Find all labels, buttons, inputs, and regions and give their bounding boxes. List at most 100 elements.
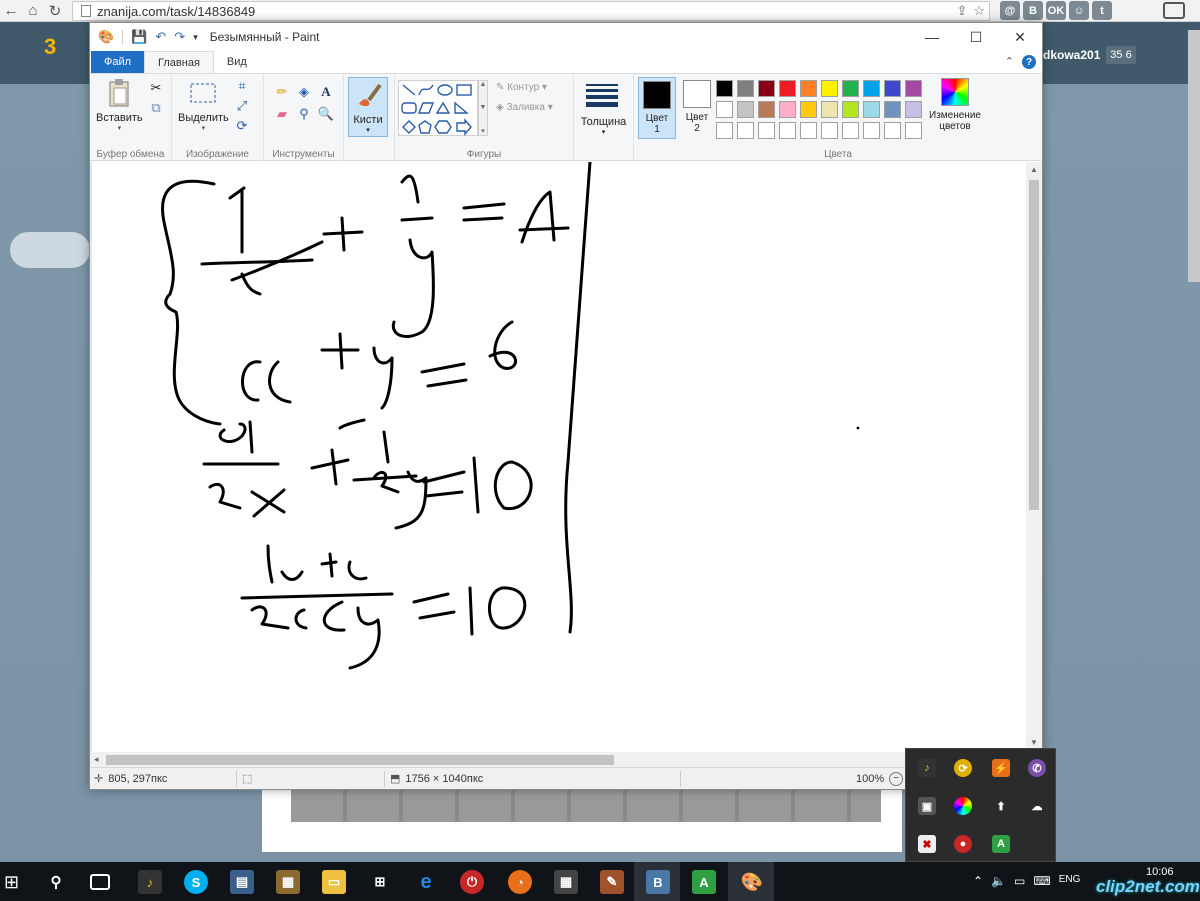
vertical-scrollbar[interactable]: ▲ ▼ [1026, 162, 1042, 752]
palette-swatch[interactable] [758, 122, 775, 139]
show-hidden-icons-chevron[interactable]: ⌃ [973, 874, 983, 888]
palette-swatch[interactable] [863, 122, 880, 139]
color2-button[interactable]: Цвет 2 [678, 77, 716, 139]
palette-swatch[interactable] [842, 101, 859, 118]
palette-swatch[interactable] [716, 80, 733, 97]
viber-tray-icon[interactable]: ✆ [1028, 759, 1046, 777]
select-button[interactable]: Выделить ▾ [178, 78, 229, 132]
palette-swatch[interactable] [716, 101, 733, 118]
reload-icon[interactable]: ↻ [44, 0, 66, 22]
help-icon[interactable]: ? [1022, 55, 1036, 69]
palette-swatch[interactable] [779, 80, 796, 97]
upload-tray-icon[interactable]: ⬆ [992, 797, 1010, 815]
notes-app-icon[interactable]: ✎ [600, 870, 624, 894]
redo-icon[interactable]: ↷ [174, 29, 185, 45]
drawing-canvas[interactable] [92, 162, 1027, 752]
home-icon[interactable]: ⌂ [22, 0, 44, 22]
horizontal-scroll-thumb[interactable] [106, 755, 614, 765]
palette-swatch[interactable] [800, 122, 817, 139]
paint-taskbar-icon[interactable]: 🎨 [740, 870, 764, 894]
a-app-icon[interactable]: A [692, 870, 716, 894]
music-tray-icon[interactable]: ♪ [918, 759, 936, 777]
palette-swatch[interactable] [884, 101, 901, 118]
a-tray-icon[interactable]: A [992, 835, 1010, 853]
computer-icon[interactable]: ▤ [230, 870, 254, 894]
paint-app-icon[interactable]: 🎨 [98, 29, 114, 45]
magnifier-icon[interactable]: 🔍 [318, 106, 334, 122]
palette-swatch[interactable] [863, 80, 880, 97]
palette-swatch[interactable] [842, 122, 859, 139]
brushes-button[interactable]: Кисти ▾ [348, 77, 388, 137]
palette-swatch[interactable] [779, 122, 796, 139]
skype-icon[interactable]: S [184, 870, 208, 894]
color1-button[interactable]: Цвет 1 [638, 77, 676, 139]
palette-swatch[interactable] [905, 122, 922, 139]
resize-icon[interactable]: ⤢ [234, 98, 250, 114]
color-picker-icon[interactable]: ⚲ [296, 106, 312, 122]
maximize-button[interactable]: ☐ [954, 23, 998, 51]
edge-icon[interactable]: e [414, 870, 438, 894]
palette-swatch[interactable] [884, 80, 901, 97]
palette-swatch[interactable] [779, 101, 796, 118]
package-tray-icon[interactable]: ▣ [918, 797, 936, 815]
archive-app-icon[interactable]: ▦ [276, 870, 300, 894]
minimize-button[interactable]: — [910, 23, 954, 51]
shield-tray-icon[interactable]: ✖ [918, 835, 936, 853]
shapes-scroll[interactable]: ▲ ▼ ▾ [478, 80, 488, 136]
color-tray-icon[interactable] [954, 797, 972, 815]
file-explorer-icon[interactable]: ▭ [322, 870, 346, 894]
outline-dropdown[interactable]: ✎ Контур ▾ [496, 82, 547, 93]
collapse-ribbon-icon[interactable]: ⌃ [1005, 55, 1014, 69]
twitter-extension-icon[interactable]: t [1092, 1, 1112, 20]
palette-swatch[interactable] [737, 122, 754, 139]
copy-icon[interactable]: ⧉ [148, 100, 164, 116]
pencil-icon[interactable]: ✏ [274, 84, 290, 100]
palette-swatch[interactable] [800, 101, 817, 118]
palette-swatch[interactable] [758, 101, 775, 118]
palette-swatch[interactable] [800, 80, 817, 97]
mail-extension-icon[interactable]: @ [1000, 1, 1020, 20]
ok-extension-icon[interactable]: OK [1046, 1, 1066, 20]
back-arrow-icon[interactable]: ← [0, 0, 22, 22]
palette-swatch[interactable] [821, 101, 838, 118]
vk-extension-icon[interactable]: B [1023, 1, 1043, 20]
task-view-icon[interactable] [90, 874, 110, 890]
music-app-icon[interactable]: ♪ [138, 870, 162, 894]
save-icon[interactable]: 💾 [131, 29, 147, 45]
tab-file[interactable]: Файл [91, 51, 145, 73]
palette-swatch[interactable] [884, 122, 901, 139]
palette-swatch[interactable] [737, 80, 754, 97]
browser-app-icon[interactable]: ◔ [508, 870, 532, 894]
shapes-gallery[interactable] [398, 80, 478, 136]
site-scrollbar[interactable] [1188, 30, 1200, 282]
update-tray-icon[interactable]: ⟳ [954, 759, 972, 777]
fill-dropdown[interactable]: ◈ Заливка ▾ [496, 102, 553, 113]
palette-swatch[interactable] [905, 101, 922, 118]
crop-icon[interactable]: ⌗ [234, 78, 250, 94]
palette-swatch[interactable] [842, 80, 859, 97]
site-logo[interactable]: 3 [44, 34, 90, 74]
horizontal-scrollbar[interactable]: ◂ [90, 752, 1026, 768]
language-indicator[interactable]: ENG [1059, 874, 1081, 888]
address-bar[interactable]: znanija.com/task/14836849 ⇪ ☆ [72, 1, 990, 21]
text-tool-icon[interactable]: A [318, 84, 334, 100]
zoom-out-button[interactable]: − [889, 772, 904, 786]
edit-colors-button[interactable]: Изменение цветов [926, 78, 984, 132]
bookmark-star-icon[interactable]: ☆ [973, 3, 985, 19]
cut-icon[interactable]: ✂ [148, 80, 164, 96]
customize-qat-icon[interactable]: ▾ [193, 32, 198, 43]
palette-swatch[interactable] [821, 80, 838, 97]
vk-app-icon[interactable]: B [646, 870, 670, 894]
power-app-icon[interactable]: ⏻ [460, 870, 484, 894]
cloud-tray-icon[interactable]: ☁ [1028, 797, 1046, 815]
smiley-extension-icon[interactable]: ☺ [1069, 1, 1089, 20]
record-tray-icon[interactable]: ● [954, 835, 972, 853]
palette-swatch[interactable] [863, 101, 880, 118]
palette-swatch[interactable] [758, 80, 775, 97]
thickness-button[interactable]: Толщина ▾ [574, 74, 634, 162]
share-icon[interactable]: ⇪ [956, 3, 967, 19]
rotate-icon[interactable]: ⟳ [234, 118, 250, 134]
vertical-scroll-thumb[interactable] [1029, 180, 1039, 510]
tab-view[interactable]: Вид [214, 51, 260, 73]
volume-icon[interactable]: 🔈 [991, 874, 1006, 888]
